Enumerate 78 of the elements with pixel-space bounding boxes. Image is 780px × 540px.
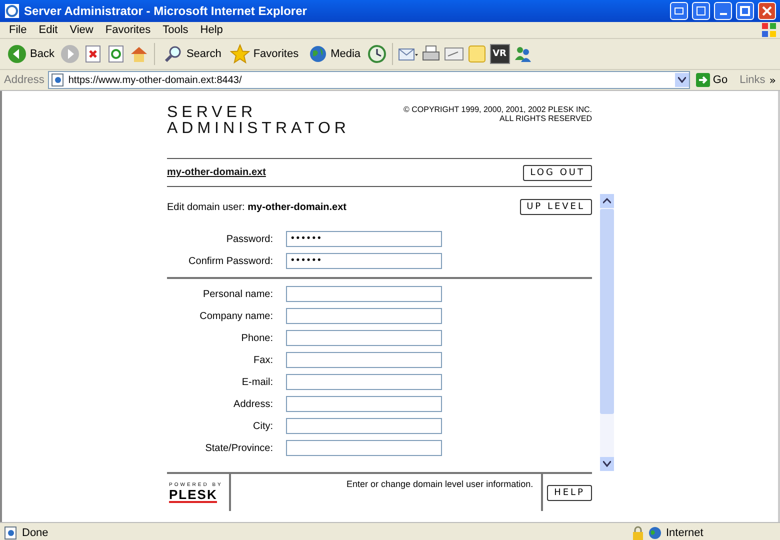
toolbar-button[interactable]: Favorites (227, 43, 302, 65)
vr-icon[interactable]: VR (490, 44, 510, 64)
links-label[interactable]: Links (740, 74, 766, 86)
address-field[interactable]: https://www.my-other-domain.ext:8443/ (48, 71, 690, 89)
logout-button[interactable]: LOG OUT (523, 164, 592, 180)
close-icon (762, 6, 772, 16)
menu-item[interactable]: View (64, 24, 100, 36)
field-label: Company name: (198, 310, 273, 322)
status-text: Done (22, 527, 50, 539)
globe-icon[interactable] (308, 44, 328, 64)
menu-item[interactable]: Tools (156, 24, 194, 36)
menu-item[interactable]: Edit (32, 24, 64, 36)
text-field[interactable] (286, 374, 442, 390)
zone-text: Internet (666, 527, 704, 539)
scroll-down-button[interactable] (600, 457, 614, 471)
windows-logo-icon (761, 22, 777, 38)
note-icon[interactable] (466, 44, 487, 64)
home-icon[interactable] (129, 44, 150, 64)
minimize-button[interactable] (714, 2, 732, 20)
restore-button[interactable] (670, 2, 688, 20)
help-button[interactable]: HELP (547, 484, 592, 500)
toggle-button[interactable] (692, 2, 710, 20)
field-label: Personal name: (202, 288, 273, 300)
menu-item[interactable]: File (3, 24, 33, 36)
browser-icon (4, 3, 20, 19)
globe-icon (648, 526, 662, 540)
text-field[interactable] (286, 308, 442, 324)
address-label: Address (4, 74, 44, 86)
history-icon[interactable] (366, 44, 387, 64)
copyright-text: © COPYRIGHT 1999, 2000, 2001, 2002 PLESK INC. ALL RIGHTS RESERVED (403, 105, 592, 125)
password-field[interactable]: •••••• (286, 253, 442, 269)
more-chevron[interactable]: » (769, 74, 776, 86)
field-label: Confirm Password: (188, 256, 273, 266)
text-field[interactable] (286, 286, 442, 302)
up-level-button[interactable]: UP LEVEL (520, 199, 592, 215)
maximize-button[interactable] (736, 2, 754, 20)
stop-icon[interactable] (83, 44, 104, 64)
toolbar-button[interactable]: Search (160, 43, 224, 65)
menu-item[interactable]: Favorites (99, 24, 157, 36)
domain-link[interactable]: my-other-domain.ext (167, 167, 266, 178)
toolbar-button[interactable]: Back (4, 43, 58, 65)
star-icon[interactable] (230, 44, 250, 64)
help-hint: Enter or change domain level user information. (231, 474, 544, 511)
close-button[interactable] (758, 2, 776, 20)
password-field[interactable]: •••••• (286, 231, 442, 247)
logo-text: SERVER ADMINISTRATOR (167, 105, 350, 139)
go-arrow-icon (696, 73, 710, 87)
page-icon (4, 526, 18, 540)
window-icon (674, 6, 684, 16)
text-field[interactable] (286, 396, 442, 412)
people-icon[interactable] (512, 44, 533, 64)
dropdown-button[interactable] (674, 73, 689, 87)
lock-icon (632, 526, 644, 540)
field-label: E-mail: (240, 376, 273, 388)
text-field[interactable] (286, 352, 442, 368)
text-field[interactable] (286, 418, 442, 434)
field-label: City: (252, 420, 273, 432)
scroll-thumb[interactable] (600, 209, 614, 414)
go-button[interactable]: Go (694, 73, 736, 87)
form-heading: Edit domain user: my-other-domain.ext (167, 202, 347, 212)
field-label: State/Province: (204, 442, 273, 454)
field-label: Address: (232, 398, 273, 410)
minimize-icon (720, 13, 726, 15)
scroll-up-button[interactable] (600, 194, 614, 208)
page-icon (51, 73, 66, 87)
window-title: Server Administrator - Microsoft Internet Explorer (24, 4, 308, 18)
menu-item[interactable]: Help (194, 24, 229, 36)
maximize-icon (740, 6, 750, 16)
text-field[interactable] (286, 330, 442, 346)
toolbar-button[interactable]: Media (304, 43, 364, 65)
square-icon (696, 6, 706, 16)
field-label: Password: (225, 234, 273, 244)
search-icon[interactable] (163, 44, 184, 64)
scrollbar[interactable] (600, 194, 614, 471)
field-label: Phone: (240, 332, 273, 344)
text-field[interactable] (286, 440, 442, 456)
refresh-icon[interactable] (106, 44, 126, 64)
field-label: Fax: (252, 354, 273, 366)
